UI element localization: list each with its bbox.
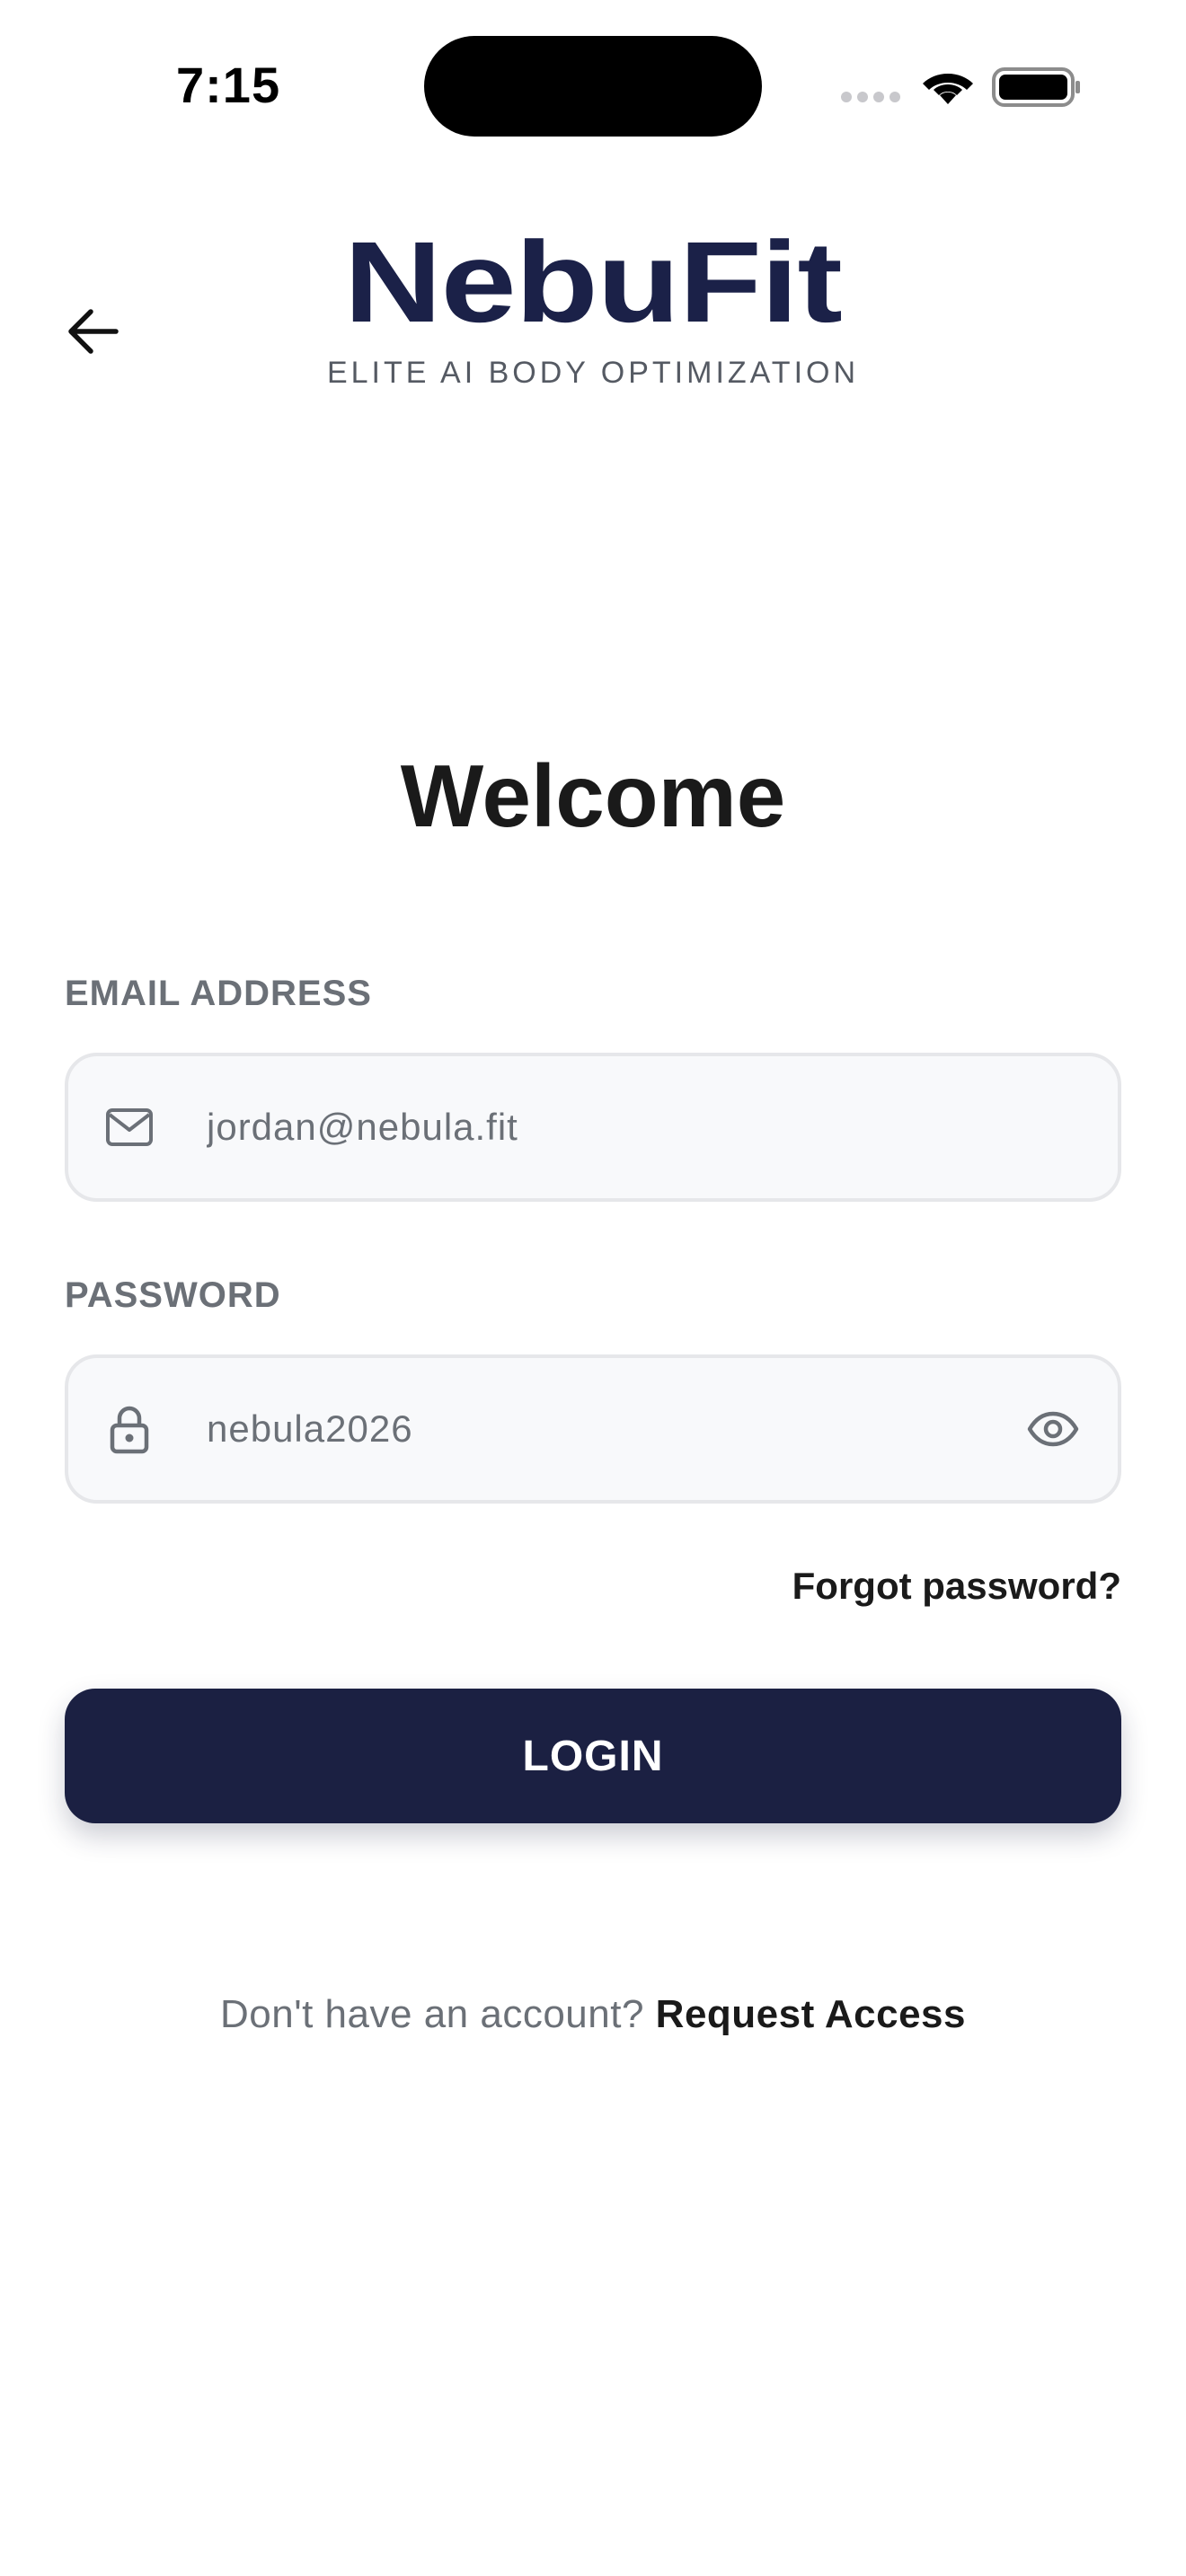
signup-prompt-text: Don't have an account? — [219, 1992, 644, 2036]
page-title: Welcome — [400, 746, 786, 845]
status-time: 7:15 — [176, 57, 281, 113]
email-input[interactable] — [207, 1056, 992, 1198]
brand-name: NebuFit — [344, 218, 843, 347]
cellular-signal-icon — [841, 92, 900, 102]
forgot-password-link[interactable]: Forgot password? — [792, 1565, 1121, 1608]
login-button[interactable]: LOGIN — [65, 1689, 1121, 1823]
mail-icon — [104, 1102, 155, 1152]
wifi-icon — [923, 74, 973, 104]
dynamic-island — [424, 36, 762, 137]
eye-icon[interactable] — [1024, 1400, 1082, 1458]
arrow-left-icon — [68, 309, 119, 354]
email-field[interactable] — [65, 1053, 1121, 1202]
password-input[interactable] — [207, 1358, 992, 1500]
request-access-link[interactable]: Request Access — [656, 1992, 966, 2036]
battery-icon — [992, 67, 1080, 107]
brand-logo: NebuFit ELITE AI BODY OPTIMIZATION — [270, 225, 916, 391]
email-label: EMAIL ADDRESS — [65, 974, 372, 1013]
password-label: PASSWORD — [65, 1275, 281, 1315]
lock-icon — [104, 1404, 155, 1454]
password-field[interactable] — [65, 1354, 1121, 1504]
back-button[interactable] — [54, 293, 131, 370]
signup-prompt: Don't have an account? Request Access — [0, 1992, 1186, 2037]
login-screen: 7:15 NebuFit ELITE AI BODY OPTIMIZATION … — [0, 0, 1186, 2576]
brand-tagline: ELITE AI BODY OPTIMIZATION — [326, 356, 860, 390]
